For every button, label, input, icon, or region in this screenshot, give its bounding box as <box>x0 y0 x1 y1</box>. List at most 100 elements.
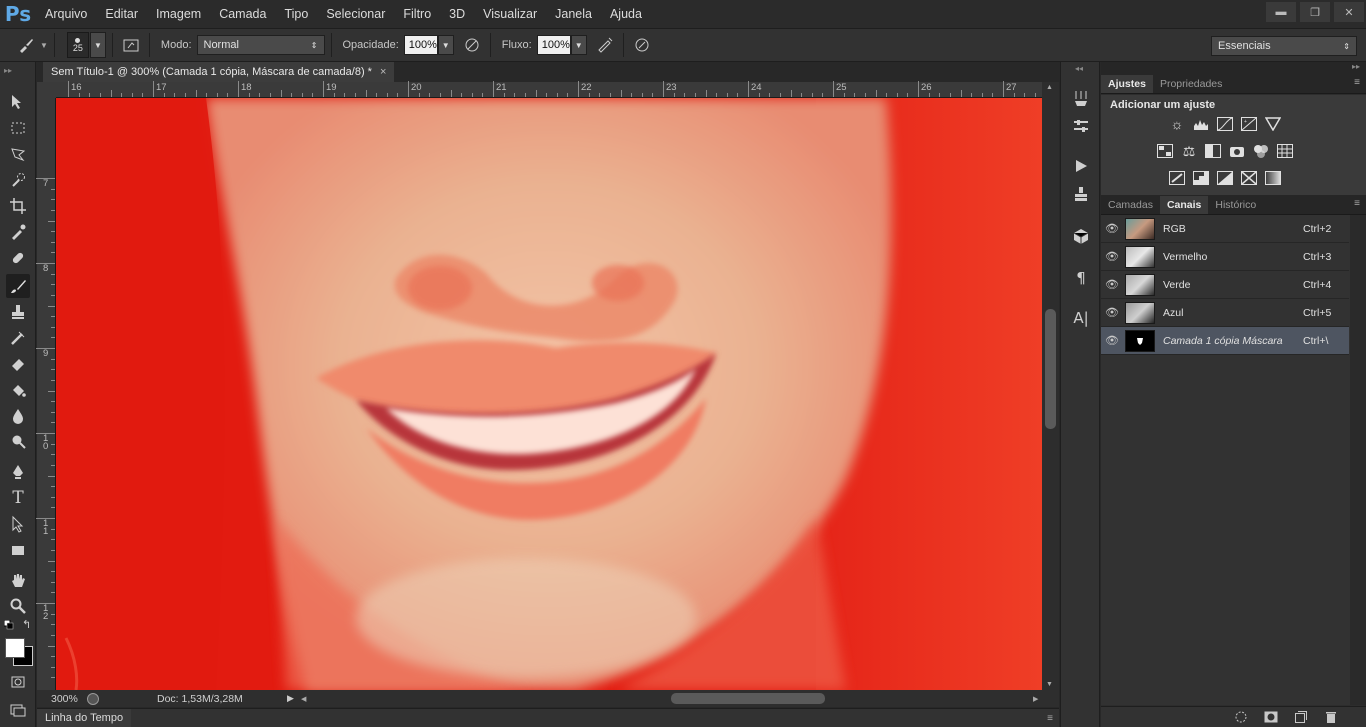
vertical-scroll-thumb[interactable] <box>1045 309 1056 429</box>
ruler-vertical[interactable]: 7 8 9 1 0 1 1 1 2 <box>36 98 56 690</box>
status-menu-arrow-icon[interactable]: ▶ <box>287 693 294 704</box>
menu-tipo[interactable]: Tipo <box>275 0 317 28</box>
type-tool-icon[interactable]: T <box>6 486 30 510</box>
swap-colors-icon[interactable]: ↰ <box>22 618 31 631</box>
path-selection-tool-icon[interactable] <box>6 512 30 536</box>
visibility-eye-icon[interactable]: 👁 <box>1101 334 1123 347</box>
curves-icon[interactable] <box>1216 115 1234 133</box>
foreground-color-swatch[interactable] <box>5 638 25 658</box>
tab-camadas[interactable]: Camadas <box>1101 196 1160 214</box>
gradient-map-icon[interactable] <box>1264 169 1282 187</box>
invert-icon[interactable] <box>1168 169 1186 187</box>
tab-canais[interactable]: Canais <box>1159 196 1209 214</box>
threshold-icon[interactable] <box>1216 169 1234 187</box>
black-white-icon[interactable] <box>1204 142 1222 160</box>
tab-propriedades[interactable]: Propriedades <box>1153 75 1229 93</box>
panel-menu-icon[interactable]: ≡ <box>1047 713 1053 724</box>
paragraph-panel-icon[interactable]: ¶ <box>1069 266 1093 290</box>
photo-filter-icon[interactable] <box>1228 142 1246 160</box>
zoom-tool-icon[interactable] <box>6 594 30 618</box>
scroll-right-icon[interactable]: ▶ <box>1033 695 1038 703</box>
airbrush-icon[interactable] <box>593 33 617 57</box>
menu-filtro[interactable]: Filtro <box>394 0 440 28</box>
screen-mode-icon[interactable] <box>6 698 30 722</box>
close-tab-icon[interactable]: × <box>380 66 386 78</box>
menu-imagem[interactable]: Imagem <box>147 0 210 28</box>
channel-row-rgb[interactable]: 👁 RGB Ctrl+2 <box>1101 215 1349 243</box>
quick-selection-tool-icon[interactable] <box>6 168 30 192</box>
save-selection-channel-icon[interactable] <box>1263 710 1279 724</box>
tab-ajustes[interactable]: Ajustes <box>1101 75 1153 93</box>
clone-source-panel-icon[interactable] <box>1069 182 1093 206</box>
panel-menu-icon[interactable]: ≡ <box>1354 77 1360 88</box>
status-info-icon[interactable] <box>87 692 99 705</box>
lasso-tool-icon[interactable] <box>6 142 30 166</box>
clone-stamp-tool-icon[interactable] <box>6 300 30 324</box>
ruler-horizontal[interactable]: 16 17 18 19 20 21 22 23 24 25 26 27 <box>56 81 1079 98</box>
brush-size-picker[interactable]: 25 <box>66 32 89 58</box>
flow-dropdown[interactable]: ▼ <box>570 35 587 55</box>
default-colors-icon[interactable] <box>3 619 14 630</box>
load-channel-selection-icon[interactable] <box>1233 710 1249 724</box>
opacity-input[interactable]: 100% <box>403 35 438 55</box>
scroll-left-icon[interactable]: ◀ <box>301 695 306 703</box>
pressure-opacity-icon[interactable] <box>460 33 484 57</box>
menu-janela[interactable]: Janela <box>546 0 601 28</box>
opacity-dropdown[interactable]: ▼ <box>437 35 454 55</box>
healing-brush-tool-icon[interactable] <box>6 246 30 270</box>
exposure-icon[interactable]: + <box>1240 115 1258 133</box>
mode-select[interactable]: Normal ⇕ <box>196 35 325 55</box>
channel-mixer-icon[interactable] <box>1252 142 1270 160</box>
collapse-icon[interactable]: ▸▸ <box>4 66 12 75</box>
scroll-down-icon[interactable]: ▼ <box>1046 681 1053 688</box>
brush-preset-icon[interactable] <box>14 33 38 57</box>
workspace-select[interactable]: Essenciais ⇕ <box>1211 36 1357 56</box>
visibility-eye-icon[interactable]: 👁 <box>1101 222 1123 235</box>
posterize-icon[interactable] <box>1192 169 1210 187</box>
crop-tool-icon[interactable] <box>6 194 30 218</box>
channel-row-azul[interactable]: 👁 Azul Ctrl+5 <box>1101 299 1349 327</box>
new-channel-icon[interactable] <box>1293 710 1309 724</box>
visibility-eye-icon[interactable]: 👁 <box>1101 278 1123 291</box>
hand-tool-icon[interactable] <box>6 568 30 592</box>
visibility-eye-icon[interactable]: 👁 <box>1101 306 1123 319</box>
document-tab[interactable]: Sem Título-1 @ 300% (Camada 1 cópia, Más… <box>43 62 395 82</box>
move-tool-icon[interactable] <box>6 90 30 114</box>
channel-row-vermelho[interactable]: 👁 Vermelho Ctrl+3 <box>1101 243 1349 271</box>
panel-menu-icon[interactable]: ≡ <box>1354 198 1360 209</box>
pen-tool-icon[interactable] <box>6 460 30 484</box>
channel-row-layer-mask[interactable]: 👁 Camada 1 cópia Máscara Ctrl+\ <box>1101 327 1349 355</box>
chevron-down-icon[interactable]: ▼ <box>40 41 48 50</box>
collapse-icon[interactable]: ▸▸ <box>1352 62 1360 71</box>
flow-input[interactable]: 100% <box>536 35 571 55</box>
color-balance-icon[interactable]: ⚖ <box>1180 142 1198 160</box>
dodge-tool-icon[interactable] <box>6 430 30 454</box>
delete-channel-icon[interactable] <box>1323 710 1339 724</box>
menu-camada[interactable]: Camada <box>210 0 275 28</box>
horizontal-scroll-thumb[interactable] <box>671 693 825 704</box>
menu-visualizar[interactable]: Visualizar <box>474 0 546 28</box>
paint-bucket-tool-icon[interactable] <box>6 378 30 402</box>
menu-selecionar[interactable]: Selecionar <box>317 0 394 28</box>
rectangle-tool-icon[interactable] <box>6 538 30 562</box>
menu-ajuda[interactable]: Ajuda <box>601 0 651 28</box>
character-panel-icon[interactable]: A| <box>1069 306 1093 330</box>
brush-tool-icon[interactable] <box>6 274 30 298</box>
brush-presets-panel-icon[interactable] <box>1069 86 1093 110</box>
visibility-eye-icon[interactable]: 👁 <box>1101 250 1123 263</box>
color-lookup-icon[interactable] <box>1276 142 1294 160</box>
vibrance-icon[interactable] <box>1264 115 1282 133</box>
timeline-tab[interactable]: Linha do Tempo <box>37 709 132 727</box>
menu-editar[interactable]: Editar <box>96 0 147 28</box>
brush-settings-panel-icon[interactable] <box>1069 114 1093 138</box>
menu-arquivo[interactable]: Arquivo <box>36 0 96 28</box>
levels-icon[interactable] <box>1192 115 1210 133</box>
restore-button[interactable]: ❐ <box>1300 2 1330 22</box>
channel-row-verde[interactable]: 👁 Verde Ctrl+4 <box>1101 271 1349 299</box>
tab-historico[interactable]: Histórico <box>1208 196 1263 214</box>
hue-saturation-icon[interactable] <box>1156 142 1174 160</box>
quick-mask-icon[interactable] <box>6 670 30 694</box>
menu-3d[interactable]: 3D <box>440 0 474 28</box>
collapse-icon[interactable]: ◂◂ <box>1075 64 1083 73</box>
brightness-contrast-icon[interactable]: ☼ <box>1168 115 1186 133</box>
